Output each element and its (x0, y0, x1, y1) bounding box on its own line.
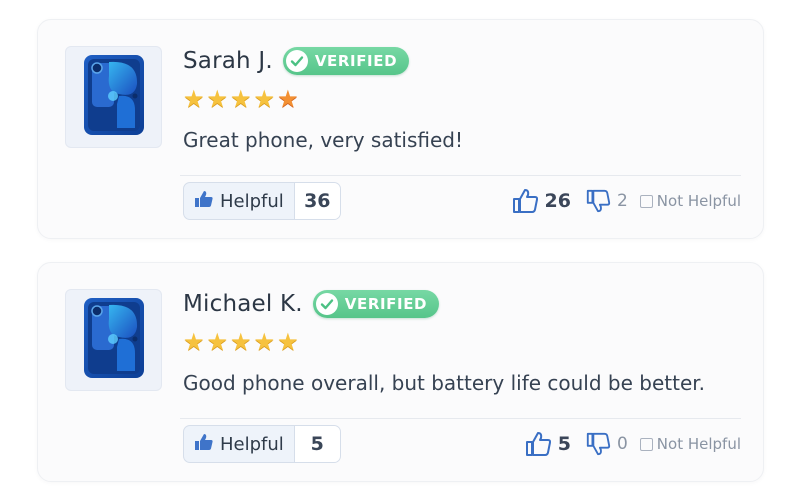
helpful-button[interactable]: Helpful 36 (183, 182, 341, 220)
helpful-label: Helpful (220, 433, 284, 455)
verified-label: VERIFIED (344, 295, 428, 313)
star-icon: ★ (183, 85, 205, 113)
star-icon: ★ (277, 85, 299, 113)
checkbox-icon (639, 437, 653, 451)
divider (180, 175, 741, 176)
vote-controls: 5 0 Not Helpful (524, 428, 741, 460)
star-icon: ★ (230, 85, 252, 113)
phone-icon (83, 54, 145, 140)
star-rating: ★ ★ ★ ★ ★ (183, 330, 299, 354)
verified-badge: VERIFIED (312, 290, 440, 318)
upvote-count: 5 (557, 433, 571, 455)
review-card: Sarah J. VERIFIED ★ ★ ★ ★ ★ Great phone,… (37, 19, 764, 239)
star-icon: ★ (253, 85, 276, 113)
product-thumbnail (65, 289, 162, 391)
star-icon: ★ (253, 328, 276, 356)
thumbs-down-outline-icon[interactable] (585, 431, 611, 457)
reviewer-name: Michael K. (183, 291, 303, 317)
check-icon (285, 50, 308, 72)
thumbs-up-outline-icon[interactable] (524, 430, 552, 458)
verified-badge: VERIFIED (282, 47, 410, 75)
helpful-button[interactable]: Helpful 5 (183, 425, 341, 463)
vote-controls: 26 2 Not Helpful (511, 185, 741, 217)
downvote-count: 0 (616, 434, 628, 454)
upvote-count: 26 (544, 190, 571, 212)
thumbs-down-outline-icon[interactable] (585, 188, 611, 214)
not-helpful-toggle[interactable]: Not Helpful (639, 192, 741, 210)
thumbs-up-outline-icon[interactable] (511, 187, 539, 215)
reviewer-name: Sarah J. (183, 48, 273, 74)
star-icon: ★ (277, 328, 299, 356)
review-text: Great phone, very satisfied! (183, 128, 464, 152)
review-text: Good phone overall, but battery life cou… (183, 371, 706, 395)
review-list: Sarah J. VERIFIED ★ ★ ★ ★ ★ Great phone,… (0, 0, 800, 500)
check-icon (315, 293, 338, 315)
review-card: Michael K. VERIFIED ★ ★ ★ ★ ★ Good phone… (37, 262, 764, 482)
not-helpful-label: Not Helpful (656, 192, 741, 210)
star-icon: ★ (183, 328, 205, 356)
divider (180, 418, 741, 419)
not-helpful-toggle[interactable]: Not Helpful (639, 435, 741, 453)
helpful-label: Helpful (220, 190, 284, 212)
review-header: Sarah J. VERIFIED (183, 45, 410, 77)
star-icon: ★ (206, 328, 229, 356)
helpful-count: 36 (293, 183, 340, 219)
star-icon: ★ (206, 85, 229, 113)
not-helpful-label: Not Helpful (656, 435, 741, 453)
star-rating: ★ ★ ★ ★ ★ (183, 87, 299, 111)
downvote-count: 2 (616, 191, 628, 211)
verified-label: VERIFIED (314, 52, 398, 70)
phone-icon (83, 297, 145, 383)
helpful-count: 5 (293, 426, 340, 462)
checkbox-icon (639, 194, 653, 208)
thumbs-up-icon (194, 433, 214, 455)
product-thumbnail (65, 46, 162, 148)
review-header: Michael K. VERIFIED (183, 288, 440, 320)
thumbs-up-icon (194, 190, 214, 212)
star-icon: ★ (230, 328, 252, 356)
